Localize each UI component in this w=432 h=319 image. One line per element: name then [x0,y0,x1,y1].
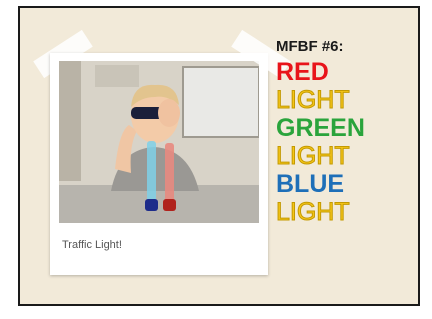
word-light-1: LIGHT [276,86,351,115]
polaroid-frame: Traffic Light! [50,53,268,275]
word-green: GREEN [276,114,365,142]
photo [59,61,259,223]
word-light-3: LIGHT [276,198,351,227]
title-block: MFBF #6: RED LIGHT GREEN LIGHT BLUE LIGH… [276,38,426,227]
word-blue: BLUE [276,170,345,198]
slide: Traffic Light! MFBF #6: RED LIGHT GREEN … [18,6,420,306]
slide-heading: MFBF #6: [276,38,344,55]
photo-caption: Traffic Light! [62,239,122,251]
word-light-2: LIGHT [276,142,351,171]
photo-illustration [59,61,259,223]
word-red: RED [276,58,329,86]
